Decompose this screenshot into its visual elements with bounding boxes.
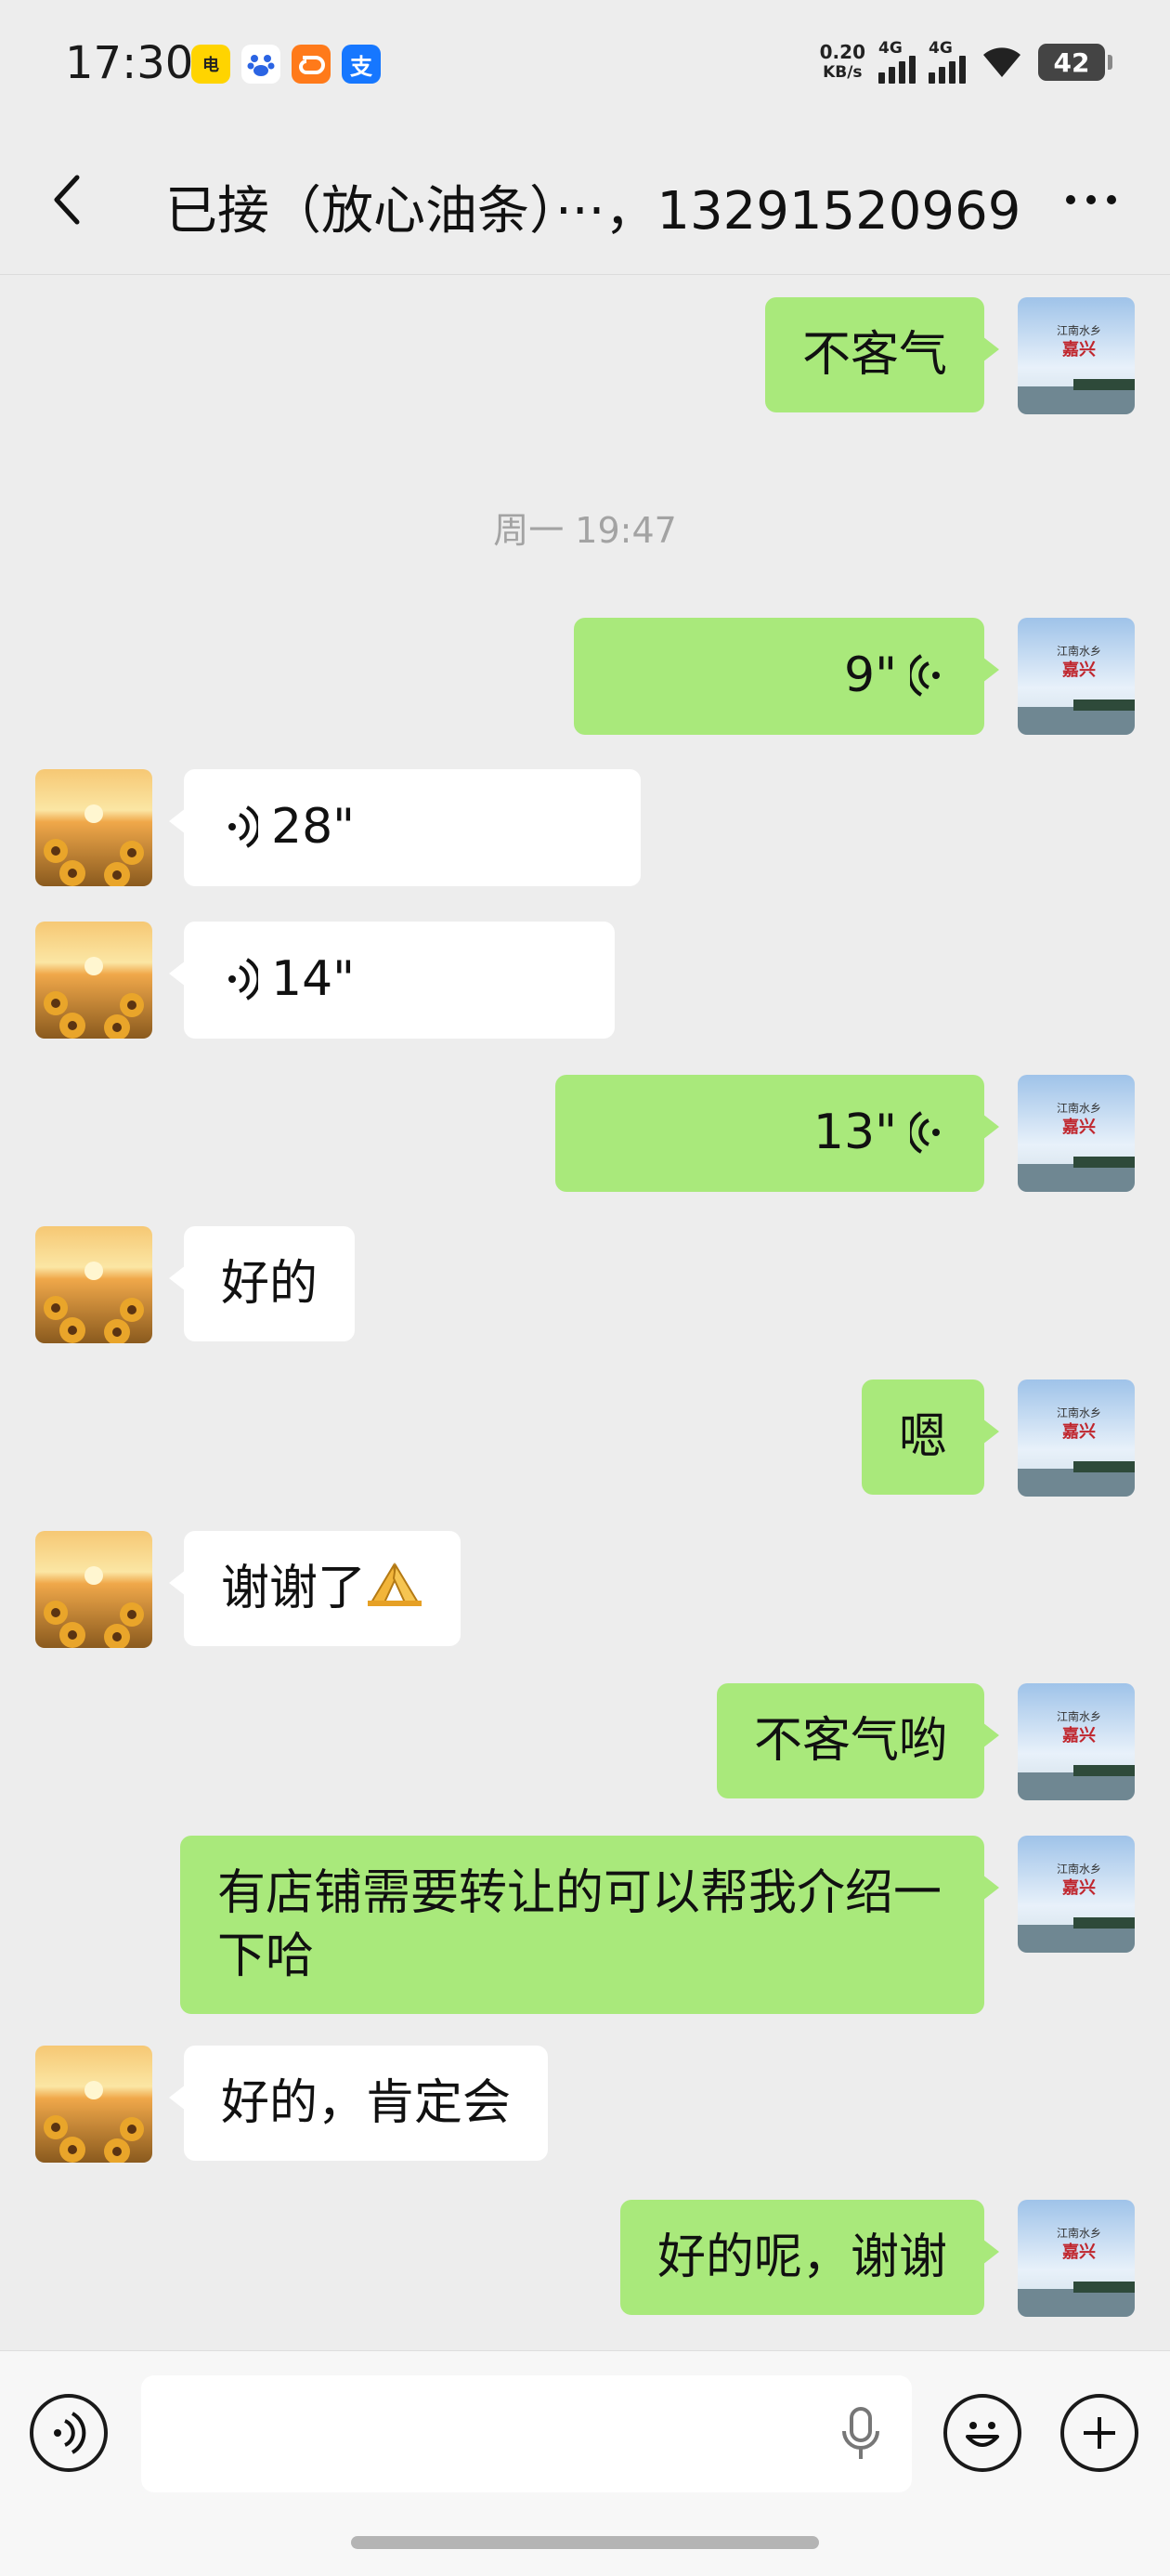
svg-text:江南水乡: 江南水乡 xyxy=(1057,1406,1101,1419)
signal-icon: 4G xyxy=(878,39,916,84)
svg-text:江南水乡: 江南水乡 xyxy=(1057,644,1101,658)
svg-text:嘉兴: 嘉兴 xyxy=(1061,660,1096,680)
my-message-bubble[interactable]: 不客气哟 xyxy=(716,1683,1000,1798)
contact-message-bubble[interactable]: 好的，肯定会 xyxy=(168,2046,549,2161)
svg-text:嘉兴: 嘉兴 xyxy=(1061,2243,1096,2262)
contact-avatar[interactable] xyxy=(35,1531,152,1648)
alipay-icon: 支 xyxy=(342,45,381,84)
my-message-bubble[interactable]: 嗯 xyxy=(861,1380,1000,1495)
svg-text:江南水乡: 江南水乡 xyxy=(1057,1101,1101,1115)
contact-voice-message[interactable]: 14" xyxy=(169,922,615,1039)
app-notification-icon: 电 xyxy=(191,45,230,84)
voice-wave-icon xyxy=(910,1111,940,1154)
signal-icon-2: 4G xyxy=(929,39,966,84)
my-message-bubble[interactable]: 有店铺需要转让的可以帮我介绍一下哈 xyxy=(180,1836,999,2014)
wifi-icon xyxy=(979,42,1025,83)
message-input[interactable] xyxy=(141,2375,912,2492)
battery-icon: 42 xyxy=(1038,44,1112,81)
didi-icon xyxy=(292,45,331,84)
my-avatar[interactable]: 江南水乡 嘉兴 xyxy=(1018,2200,1135,2317)
svg-text:江南水乡: 江南水乡 xyxy=(1057,1862,1101,1876)
svg-text:江南水乡: 江南水乡 xyxy=(1057,323,1101,337)
message-timestamp: 周一 19:47 xyxy=(493,510,677,551)
my-avatar[interactable]: 江南水乡 嘉兴 xyxy=(1018,1836,1135,1953)
svg-text:江南水乡: 江南水乡 xyxy=(1057,1709,1101,1723)
voice-wave-icon xyxy=(910,654,940,697)
baidu-icon xyxy=(241,45,280,84)
svg-text:嘉兴: 嘉兴 xyxy=(1061,1118,1096,1137)
more-dots-icon xyxy=(1066,195,1075,204)
contact-avatar[interactable] xyxy=(35,922,152,1039)
my-avatar[interactable]: 江南水乡 嘉兴 xyxy=(1018,618,1135,735)
voice-wave-icon xyxy=(228,958,258,1000)
contact-avatar[interactable] xyxy=(35,2046,152,2163)
network-speed: 0.20 KB/s xyxy=(819,41,865,82)
plus-icon xyxy=(1084,2417,1115,2449)
status-time: 17:30 xyxy=(65,37,194,89)
svg-text:嘉兴: 嘉兴 xyxy=(1061,1726,1096,1746)
svg-text:嘉兴: 嘉兴 xyxy=(1061,1422,1096,1442)
microphone-icon[interactable] xyxy=(838,2405,884,2468)
my-voice-message[interactable]: 9" xyxy=(574,618,999,735)
praying-hands-icon xyxy=(368,1563,422,1606)
smiley-icon xyxy=(966,2422,999,2447)
voice-input-toggle-button[interactable] xyxy=(30,2394,108,2472)
more-functions-button[interactable] xyxy=(1060,2394,1138,2472)
back-button[interactable] xyxy=(35,167,100,232)
voice-wave-icon xyxy=(228,805,258,848)
contact-message-bubble[interactable]: 谢谢了 xyxy=(168,1531,462,1646)
my-avatar[interactable]: 江南水乡 嘉兴 xyxy=(1018,1683,1135,1800)
my-avatar[interactable]: 江南水乡 嘉兴 xyxy=(1018,1075,1135,1192)
more-options-button[interactable] xyxy=(1049,167,1133,232)
contact-avatar[interactable] xyxy=(35,769,152,886)
my-avatar[interactable]: 江南水乡 嘉兴 xyxy=(1018,1380,1135,1497)
svg-text:嘉兴: 嘉兴 xyxy=(1061,340,1096,360)
chat-header: 已接（放心油条）···，13291520969 xyxy=(0,130,1170,275)
home-indicator[interactable] xyxy=(351,2536,819,2549)
chat-title: 已接（放心油条）···，13291520969 xyxy=(165,181,1021,242)
svg-text:江南水乡: 江南水乡 xyxy=(1057,2226,1101,2240)
my-message-bubble[interactable]: 不客气 xyxy=(764,297,1000,412)
status-bar: 17:30 电 支 0.20 KB/s 4G 4G 42 xyxy=(0,0,1170,130)
contact-voice-message[interactable]: 28" xyxy=(169,769,641,886)
svg-text:嘉兴: 嘉兴 xyxy=(1061,1878,1096,1898)
my-avatar[interactable]: 江南水乡 嘉兴 xyxy=(1018,297,1135,414)
contact-avatar[interactable] xyxy=(35,1226,152,1343)
emoji-button[interactable] xyxy=(943,2394,1021,2472)
contact-message-bubble[interactable]: 好的 xyxy=(168,1226,356,1341)
my-voice-message[interactable]: 13" xyxy=(555,1075,999,1192)
voice-wave-icon xyxy=(54,2412,86,2454)
chevron-left-icon xyxy=(54,175,80,225)
my-message-bubble[interactable]: 好的呢，谢谢 xyxy=(619,2200,1000,2315)
